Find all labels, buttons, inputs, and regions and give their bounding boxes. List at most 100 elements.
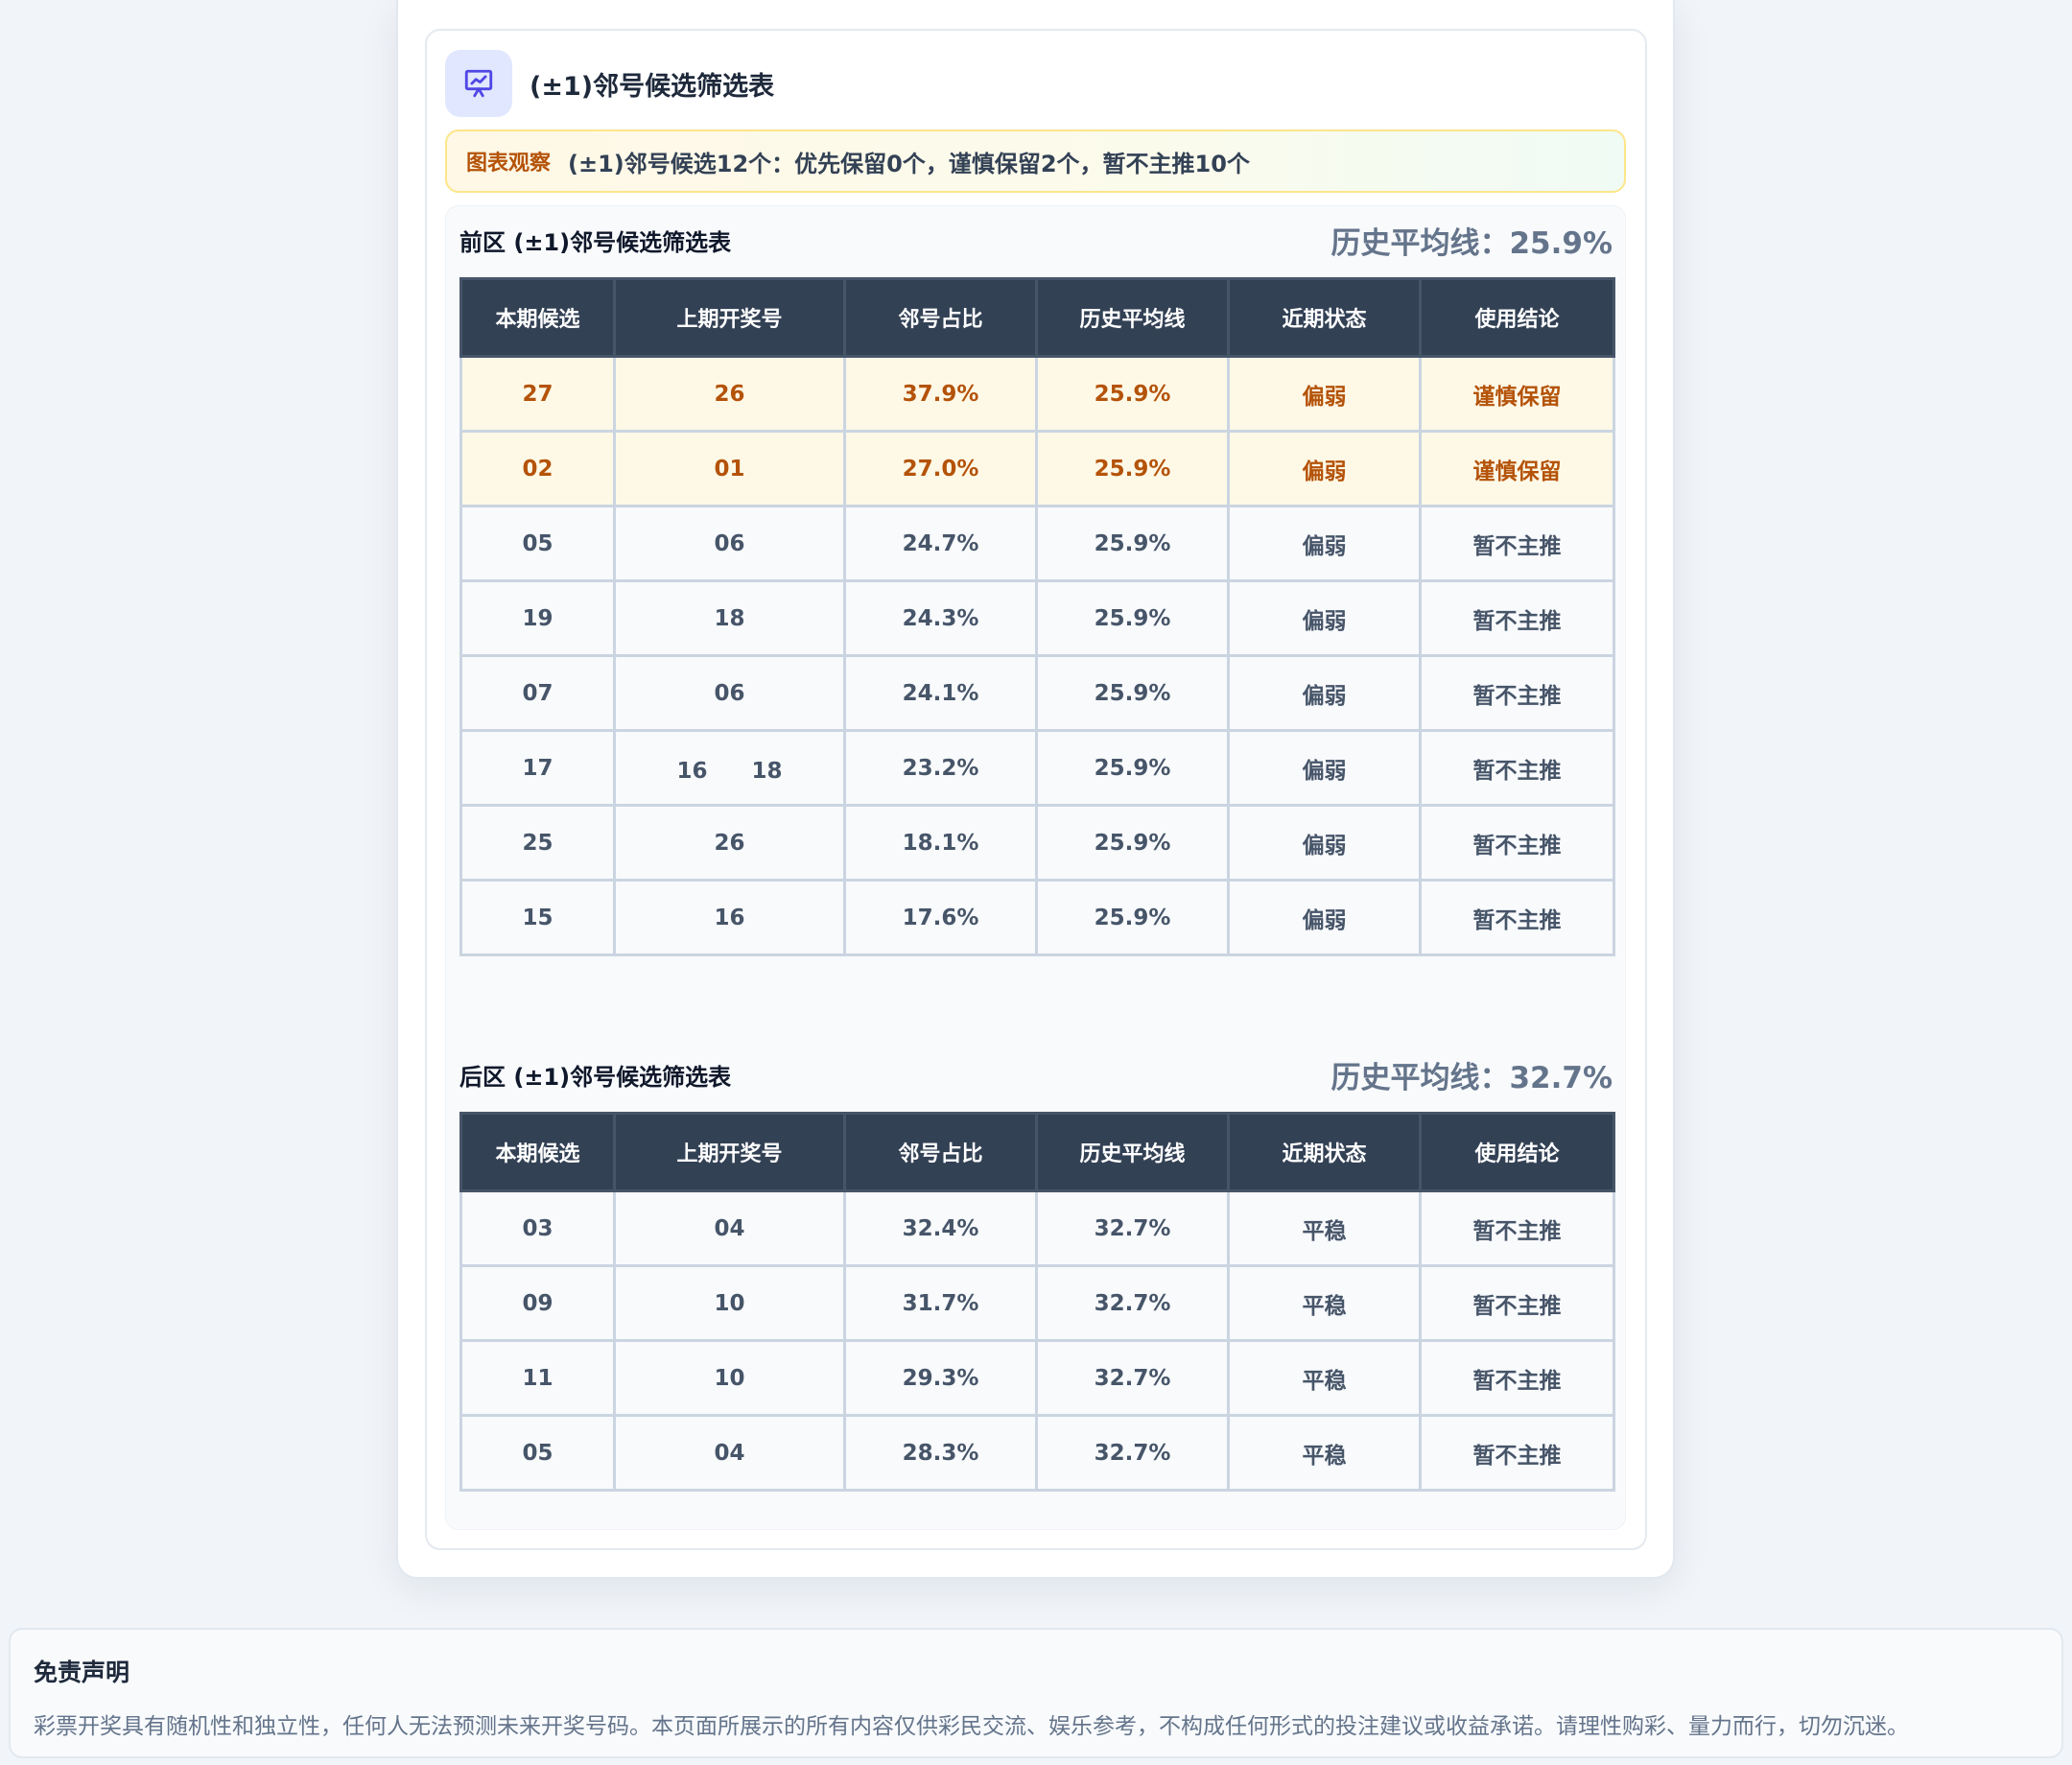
cell-previous-draw: 10 [613,1339,846,1417]
observation-text: (±1)邻号候选12个：优先保留0个，谨慎保留2个，暂不主推10个 [568,150,1250,177]
cell-history-average: 25.9% [1035,729,1230,807]
cell-recent-status: 偏弱 [1227,430,1422,507]
cell-candidate: 07 [459,654,616,732]
cell-conclusion: 暂不主推 [1419,1414,1615,1492]
table-row: 15 16 17.6% 25.9% 偏弱 暂不主推 [459,879,1615,956]
col-conclusion: 使用结论 [1419,277,1615,358]
cell-neighbor-ratio: 31.7% [843,1264,1038,1342]
cell-neighbor-ratio: 32.4% [843,1189,1038,1267]
cell-candidate: 09 [459,1264,616,1342]
col-candidate: 本期候选 [459,277,616,358]
cell-conclusion: 谨慎保留 [1419,355,1615,433]
cell-previous-draw: 16 18 [613,729,846,807]
table-row: 05 04 28.3% 32.7% 平稳 暂不主推 [459,1414,1615,1492]
cell-candidate: 02 [459,430,616,507]
cell-candidate: 15 [459,879,616,956]
cell-recent-status: 偏弱 [1227,579,1422,657]
table-row: 17 16 18 23.2% 25.9% 偏弱 暂不主推 [459,729,1615,807]
col-neighbor-ratio: 邻号占比 [843,1112,1038,1192]
cell-candidate: 17 [459,729,616,807]
back-candidate-table: 本期候选 上期开奖号 邻号占比 历史平均线 近期状态 使用结论 03 04 32.4… [459,1112,1615,1492]
cell-recent-status: 平稳 [1227,1264,1422,1342]
col-previous-draw: 上期开奖号 [613,277,846,358]
cell-previous-draw: 06 [613,505,846,582]
cell-recent-status: 平稳 [1227,1339,1422,1417]
cell-previous-draw: 26 [613,355,846,433]
back-section-title: 后区 (±1)邻号候选筛选表 [459,1064,732,1091]
cell-neighbor-ratio: 24.1% [843,654,1038,732]
cell-previous-draw: 06 [613,654,846,732]
cell-history-average: 25.9% [1035,654,1230,732]
cell-candidate: 05 [459,1414,616,1492]
col-previous-draw: 上期开奖号 [613,1112,846,1192]
cell-recent-status: 偏弱 [1227,654,1422,732]
cell-neighbor-ratio: 23.2% [843,729,1038,807]
table-header-row: 本期候选 上期开奖号 邻号占比 历史平均线 近期状态 使用结论 [459,277,1615,358]
table-row: 09 10 31.7% 32.7% 平稳 暂不主推 [459,1264,1615,1342]
cell-candidate: 11 [459,1339,616,1417]
cell-history-average: 25.9% [1035,505,1230,582]
table-row: 02 01 27.0% 25.9% 偏弱 谨慎保留 [459,430,1615,507]
cell-recent-status: 偏弱 [1227,879,1422,956]
cell-previous-draw: 16 [613,879,846,956]
col-neighbor-ratio: 邻号占比 [843,277,1038,358]
cell-neighbor-ratio: 18.1% [843,804,1038,882]
cell-history-average: 25.9% [1035,579,1230,657]
cell-recent-status: 平稳 [1227,1414,1422,1492]
cell-history-average: 32.7% [1035,1264,1230,1342]
cell-history-average: 32.7% [1035,1189,1230,1267]
observation-banner: 图表观察 (±1)邻号候选12个：优先保留0个，谨慎保留2个，暂不主推10个 [445,129,1626,193]
cell-candidate: 25 [459,804,616,882]
cell-conclusion: 暂不主推 [1419,1339,1615,1417]
cell-previous-draw: 04 [613,1414,846,1492]
cell-conclusion: 谨慎保留 [1419,430,1615,507]
cell-neighbor-ratio: 24.3% [843,579,1038,657]
cell-previous-draw: 26 [613,804,846,882]
table-row: 25 26 18.1% 25.9% 偏弱 暂不主推 [459,804,1615,882]
cell-recent-status: 偏弱 [1227,804,1422,882]
table-row: 11 10 29.3% 32.7% 平稳 暂不主推 [459,1339,1615,1417]
back-history-average: 历史平均线：32.7% [1330,1061,1613,1095]
cell-candidate: 05 [459,505,616,582]
cell-previous-draw: 18 [613,579,846,657]
disclaimer-text: 彩票开奖具有随机性和独立性，任何人无法预测未来开奖号码。本页面所展示的所有内容仅… [34,1714,1909,1739]
cell-previous-draw: 10 [613,1264,846,1342]
front-candidate-table: 本期候选 上期开奖号 邻号占比 历史平均线 近期状态 使用结论 27 26 37.9… [459,277,1615,956]
cell-neighbor-ratio: 24.7% [843,505,1038,582]
cell-previous-draw: 04 [613,1189,846,1267]
cell-history-average: 32.7% [1035,1414,1230,1492]
cell-conclusion: 暂不主推 [1419,1264,1615,1342]
col-history-average: 历史平均线 [1035,277,1230,358]
disclaimer-box: 免责声明 彩票开奖具有随机性和独立性，任何人无法预测未来开奖号码。本页面所展示的… [9,1628,2063,1758]
table-header-row: 本期候选 上期开奖号 邻号占比 历史平均线 近期状态 使用结论 [459,1112,1615,1192]
front-history-average: 历史平均线：25.9% [1330,226,1613,261]
card-header: (±1)邻号候选筛选表 [445,50,774,117]
cell-neighbor-ratio: 29.3% [843,1339,1038,1417]
front-section-title: 前区 (±1)邻号候选筛选表 [459,229,732,256]
cell-neighbor-ratio: 37.9% [843,355,1038,433]
cell-conclusion: 暂不主推 [1419,505,1615,582]
cell-history-average: 25.9% [1035,804,1230,882]
cell-conclusion: 暂不主推 [1419,879,1615,956]
table-row: 03 04 32.4% 32.7% 平稳 暂不主推 [459,1189,1615,1267]
cell-history-average: 32.7% [1035,1339,1230,1417]
cell-neighbor-ratio: 28.3% [843,1414,1038,1492]
cell-conclusion: 暂不主推 [1419,654,1615,732]
table-row: 27 26 37.9% 25.9% 偏弱 谨慎保留 [459,355,1615,433]
cell-candidate: 03 [459,1189,616,1267]
cell-conclusion: 暂不主推 [1419,729,1615,807]
card-title: (±1)邻号候选筛选表 [530,71,775,102]
disclaimer-title: 免责声明 [34,1659,130,1686]
cell-neighbor-ratio: 27.0% [843,430,1038,507]
cell-conclusion: 暂不主推 [1419,1189,1615,1267]
cell-candidate: 19 [459,579,616,657]
cell-candidate: 27 [459,355,616,433]
cell-recent-status: 偏弱 [1227,729,1422,807]
cell-history-average: 25.9% [1035,879,1230,956]
col-history-average: 历史平均线 [1035,1112,1230,1192]
col-candidate: 本期候选 [459,1112,616,1192]
cell-history-average: 25.9% [1035,430,1230,507]
observation-label: 图表观察 [466,152,552,176]
col-conclusion: 使用结论 [1419,1112,1615,1192]
col-recent-status: 近期状态 [1227,277,1422,358]
